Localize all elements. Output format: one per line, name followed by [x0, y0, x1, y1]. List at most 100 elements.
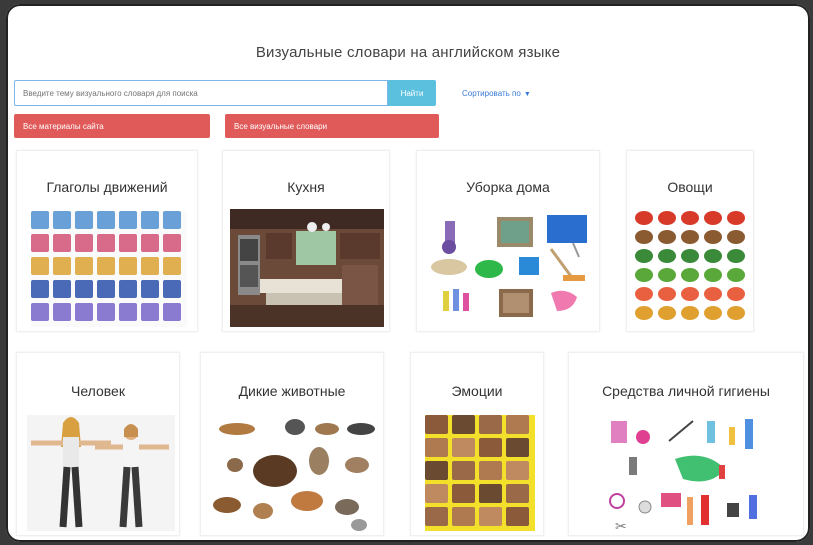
wild-animals-image — [209, 415, 379, 533]
thumbnail — [506, 438, 529, 457]
thumbnail — [704, 306, 722, 320]
card-motion-verbs[interactable]: Глаголы движений — [16, 150, 198, 332]
thumbnail — [97, 257, 115, 275]
thumbnail — [506, 461, 529, 480]
thumbnail — [53, 211, 71, 229]
page-title: Визуальные словари на английском языке — [255, 44, 561, 61]
thumbnail — [681, 230, 699, 244]
thumbnail — [425, 484, 448, 503]
thumbnail — [658, 230, 676, 244]
thumbnail — [97, 211, 115, 229]
thumbnail — [479, 461, 502, 480]
card-title: Человек — [71, 383, 125, 399]
thumbnail — [119, 280, 137, 298]
thumbnail — [53, 234, 71, 252]
card-human[interactable]: Человек — [16, 352, 180, 536]
thumbnail — [727, 287, 745, 301]
thumbnail — [163, 234, 181, 252]
thumbnail — [31, 280, 49, 298]
thumbnail — [141, 303, 159, 321]
card-title: Уборка дома — [466, 179, 550, 195]
thumbnail — [681, 306, 699, 320]
thumbnail — [163, 257, 181, 275]
human-image — [27, 415, 175, 531]
thumbnail — [53, 257, 71, 275]
thumbnail — [452, 507, 475, 526]
hygiene-image: ✂ — [599, 415, 775, 533]
thumbnail — [75, 280, 93, 298]
thumbnail — [704, 230, 722, 244]
search-input[interactable] — [14, 80, 388, 106]
card-title: Овощи — [667, 179, 713, 195]
thumbnail — [479, 507, 502, 526]
card-title: Эмоции — [451, 383, 503, 399]
thumbnail — [658, 287, 676, 301]
thumbnail — [163, 303, 181, 321]
thumbnail — [163, 211, 181, 229]
thumbnail — [506, 484, 529, 503]
house-cleaning-image — [423, 209, 595, 329]
thumbnail — [635, 287, 653, 301]
card-emotions[interactable]: Эмоции — [410, 352, 544, 536]
thumbnail — [704, 268, 722, 282]
thumbnail — [31, 234, 49, 252]
sort-dropdown[interactable]: Сортировать по ▼ — [462, 89, 531, 98]
thumbnail — [635, 249, 653, 263]
thumbnail — [452, 484, 475, 503]
thumbnail — [119, 211, 137, 229]
thumbnail — [658, 268, 676, 282]
thumbnail — [141, 280, 159, 298]
thumbnail — [727, 268, 745, 282]
hygiene-illustration: ✂ — [609, 419, 757, 533]
kitchen-illustration — [230, 209, 384, 327]
thumbnail — [75, 303, 93, 321]
thumbnail — [681, 211, 699, 225]
thumbnail — [681, 268, 699, 282]
kitchen-image — [230, 209, 384, 327]
thumbnail — [704, 287, 722, 301]
caret-down-icon: ▼ — [523, 90, 531, 98]
thumbnail — [452, 461, 475, 480]
card-hygiene[interactable]: Средства личной гигиены ✂ — [568, 352, 804, 536]
thumbnail — [506, 507, 529, 526]
thumbnail — [635, 211, 653, 225]
thumbnail — [97, 303, 115, 321]
human-illustration — [27, 415, 175, 531]
emotions-image — [425, 415, 535, 531]
card-kitchen[interactable]: Кухня — [222, 150, 390, 332]
card-title: Дикие животные — [238, 383, 346, 399]
card-wild-animals[interactable]: Дикие животные — [200, 352, 384, 536]
card-title: Глаголы движений — [46, 179, 168, 195]
card-title: Кухня — [287, 179, 325, 195]
thumbnail — [635, 306, 653, 320]
thumbnail — [727, 230, 745, 244]
thumbnail — [658, 249, 676, 263]
thumbnail — [425, 461, 448, 480]
card-title: Средства личной гигиены — [602, 383, 770, 399]
thumbnail — [119, 234, 137, 252]
svg-text:✂: ✂ — [615, 519, 627, 533]
thumbnail — [75, 234, 93, 252]
animals-illustration — [213, 419, 375, 531]
all-materials-button[interactable]: Все материалы сайта — [14, 114, 210, 138]
search-button[interactable]: Найти — [388, 80, 436, 106]
vegetables-image — [635, 211, 749, 327]
thumbnail — [75, 257, 93, 275]
thumbnail — [97, 234, 115, 252]
all-dictionaries-button[interactable]: Все визуальные словари — [225, 114, 439, 138]
thumbnail — [681, 249, 699, 263]
card-house-cleaning[interactable]: Уборка дома — [416, 150, 600, 332]
browser-frame: Визуальные словари на английском языке Н… — [6, 4, 810, 542]
thumbnail — [727, 249, 745, 263]
thumbnail — [479, 438, 502, 457]
thumbnail — [452, 438, 475, 457]
thumbnail — [141, 234, 159, 252]
thumbnail — [425, 507, 448, 526]
sort-label: Сортировать по — [462, 88, 521, 98]
thumbnail — [658, 211, 676, 225]
card-vegetables[interactable]: Овощи — [626, 150, 754, 332]
thumbnail — [31, 211, 49, 229]
thumbnail — [452, 415, 475, 434]
thumbnail — [119, 257, 137, 275]
thumbnail — [506, 415, 529, 434]
